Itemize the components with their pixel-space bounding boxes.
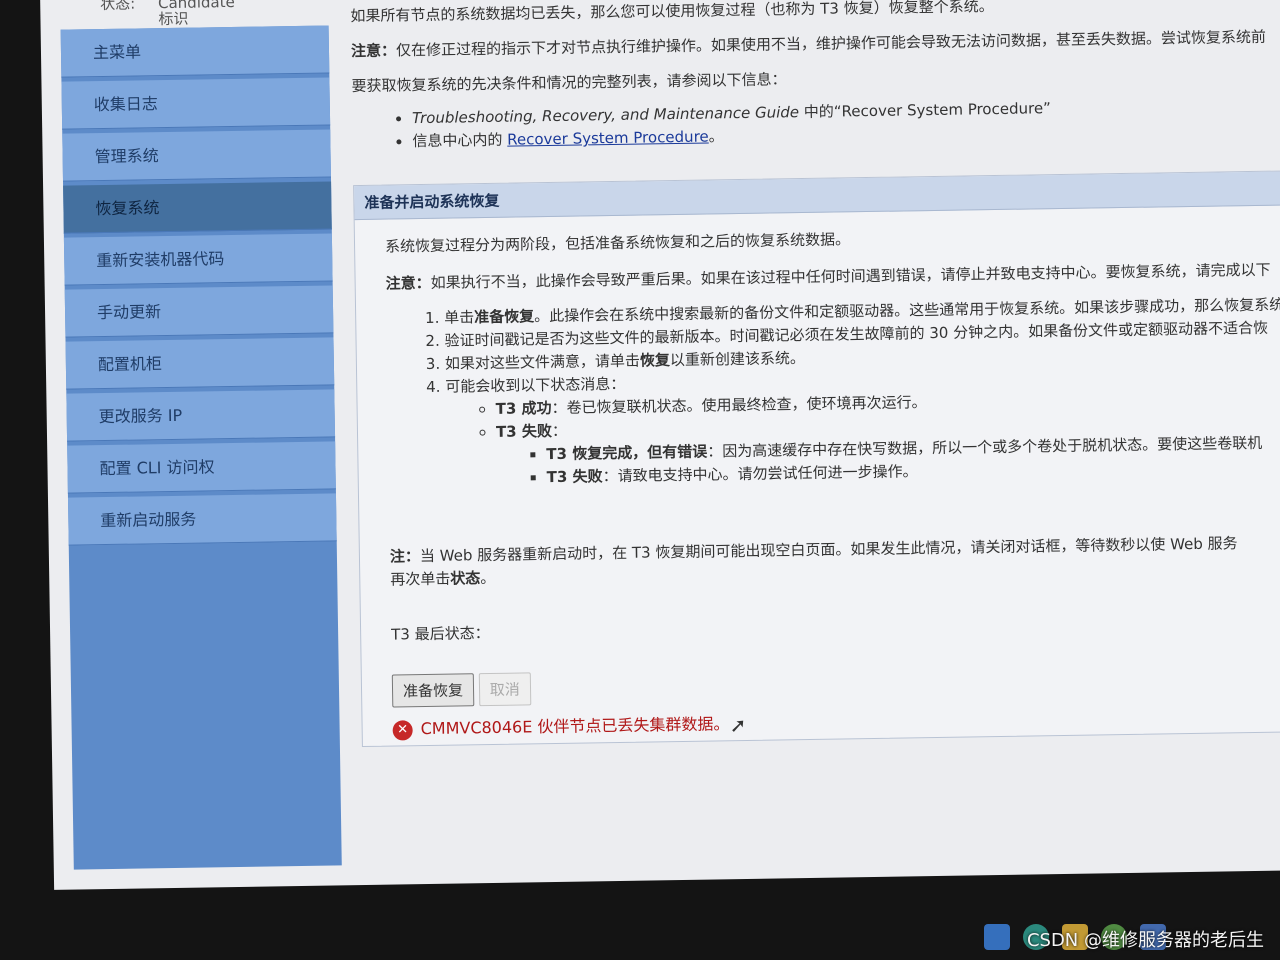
infocenter-prefix: 信息中心内的 xyxy=(412,130,508,151)
fail-bold: T3 失败 xyxy=(495,422,553,441)
id-label: 标识 xyxy=(158,9,189,29)
prereq-text: 要获取恢复系统的先决条件和情况的完整列表，请参阅以下信息： xyxy=(351,70,787,96)
status-messages: T3 成功：卷已恢复联机状态。使用最终检查，使环境再次运行。 T3 失败： T3… xyxy=(445,385,1280,488)
intro-note-text: 仅在修正过程的指示下才对节点执行维护操作。如果使用不当，维护操作可能会导致无法访… xyxy=(395,27,1267,60)
reference-list: Troubleshooting, Recovery, and Maintenan… xyxy=(352,93,1280,152)
sidebar: 主菜单 收集日志 管理系统 恢复系统 重新安装机器代码 手动更新 配置机柜 更改… xyxy=(60,25,342,870)
recovery-panel: 准备并启动系统恢复 系统恢复过程分为两阶段，包括准备系统恢复和之后的恢复系统数据… xyxy=(353,169,1280,748)
status-fail: T3 失败： T3 恢复完成，但有错误：因为高速缓存中存在快写数据，所以一个或多… xyxy=(496,408,1280,487)
button-row: 准备恢复 取消 xyxy=(391,660,1280,708)
windows-start-icon[interactable] xyxy=(983,924,1010,950)
step3-post: 以重新创建该系统。 xyxy=(669,349,806,370)
watermark: CSDN @维修服务器的老后生 xyxy=(1026,930,1264,951)
infocenter-end: 。 xyxy=(708,127,724,146)
sidebar-item-recover-system[interactable]: 恢复系统 xyxy=(63,181,332,234)
fail-sublist: T3 恢复完成，但有错误：因为高速缓存中存在快写数据，所以一个或多个卷处于脱机状… xyxy=(496,431,1280,487)
step-4: 可能会收到以下状态消息： T3 成功：卷已恢复联机状态。使用最终检查，使环境再次… xyxy=(445,362,1280,488)
error-message: CMMVC8046E 伙伴节点已丢失集群数据。 xyxy=(420,714,730,739)
step1-bold: 准备恢复 xyxy=(474,307,535,327)
step3-bold: 恢复 xyxy=(639,351,671,370)
fail-sub2-bold: T3 失败 xyxy=(546,467,603,487)
web-note-line2-bold: 状态 xyxy=(450,569,481,588)
screen: 状态: Candidate 标识 主菜单 收集日志 管理系统 恢复系统 重新安装… xyxy=(40,0,1280,890)
status-line: 状态: Candidate 标识 xyxy=(100,0,253,28)
step1-pre: 单击 xyxy=(444,308,475,327)
error-line: ✕ CMMVC8046E 伙伴节点已丢失集群数据。 xyxy=(392,701,1280,741)
fail-sub1-bold: T3 恢复完成，但有错误 xyxy=(546,442,708,464)
sidebar-item-manage-system[interactable]: 管理系统 xyxy=(62,129,331,182)
status-label: 状态: xyxy=(100,0,136,14)
cancel-button[interactable]: 取消 xyxy=(478,672,532,707)
panel-body: 系统恢复过程分为两阶段，包括准备系统恢复和之后的恢复系统数据。 注意：如果执行不… xyxy=(355,205,1280,751)
mouse-cursor-icon: ➚ xyxy=(729,712,747,738)
intro-note: 注意：仅在修正过程的指示下才对节点执行维护操作。如果使用不当，维护操作可能会导致… xyxy=(351,25,1280,61)
guide-suffix: 中的“Recover System Procedure” xyxy=(798,99,1052,122)
intro-text: 如果所有节点的系统数据均已丢失，那么您可以使用恢复过程（也称为 T3 恢复）恢复… xyxy=(350,0,994,26)
sidebar-item-configure-enclosure[interactable]: 配置机柜 xyxy=(65,337,335,390)
prepare-recovery-button[interactable]: 准备恢复 xyxy=(391,673,475,708)
web-note-label: 注： xyxy=(389,547,421,566)
sidebar-item-configure-cli[interactable]: 配置 CLI 访问权 xyxy=(67,441,336,494)
error-icon: ✕ xyxy=(392,719,413,741)
sidebar-item-collect-logs[interactable]: 收集日志 xyxy=(61,77,331,130)
sidebar-item-reinstall-code[interactable]: 重新安装机器代码 xyxy=(63,233,333,286)
panel-note-label: 注意： xyxy=(385,273,431,293)
steps-list: 单击准备恢复。此操作会在系统中搜索最新的备份文件和定额驱动器。这些通常用于恢复系… xyxy=(386,293,1280,489)
step4-text: 可能会收到以下状态消息： xyxy=(445,374,626,396)
success-bold: T3 成功 xyxy=(495,399,552,418)
intro-note-label: 注意： xyxy=(350,41,397,61)
sidebar-item-change-service-ip[interactable]: 更改服务 IP xyxy=(66,389,336,442)
main-content: 如果所有节点的系统数据均已丢失，那么您可以使用恢复过程（也称为 T3 恢复）恢复… xyxy=(350,0,1280,865)
sidebar-item-main-menu[interactable]: 主菜单 xyxy=(60,25,330,78)
fail-sub2-text: ：请致电支持中心。请勿尝试任何进一步操作。 xyxy=(602,462,918,486)
web-note-line2-pre: 再次单击 xyxy=(390,569,451,589)
last-status-label: T3 最后状态： xyxy=(391,624,490,644)
sidebar-item-restart-service[interactable]: 重新启动服务 xyxy=(67,493,337,546)
web-note-line2-post: 。 xyxy=(480,568,496,588)
panel-note: 注意：如果执行不当，此操作会导致严重后果。如果在该过程中任何时间遇到错误，请停止… xyxy=(385,258,1280,293)
sidebar-item-manual-update[interactable]: 手动更新 xyxy=(64,285,334,338)
step3-pre: 如果对这些文件满意，请单击 xyxy=(444,351,641,373)
panel-desc: 系统恢复过程分为两阶段，包括准备系统恢复和之后的恢复系统数据。 xyxy=(384,230,851,256)
fail-colon: ： xyxy=(551,421,568,441)
guide-title: Troubleshooting, Recovery, and Maintenan… xyxy=(411,103,800,128)
panel-note-text: 如果执行不当，此操作会导致严重后果。如果在该过程中任何时间遇到错误，请停止并致电… xyxy=(430,260,1271,292)
success-text: ：卷已恢复联机状态。使用最终检查，使环境再次运行。 xyxy=(551,393,927,418)
recover-procedure-link[interactable]: Recover System Procedure xyxy=(507,128,709,149)
